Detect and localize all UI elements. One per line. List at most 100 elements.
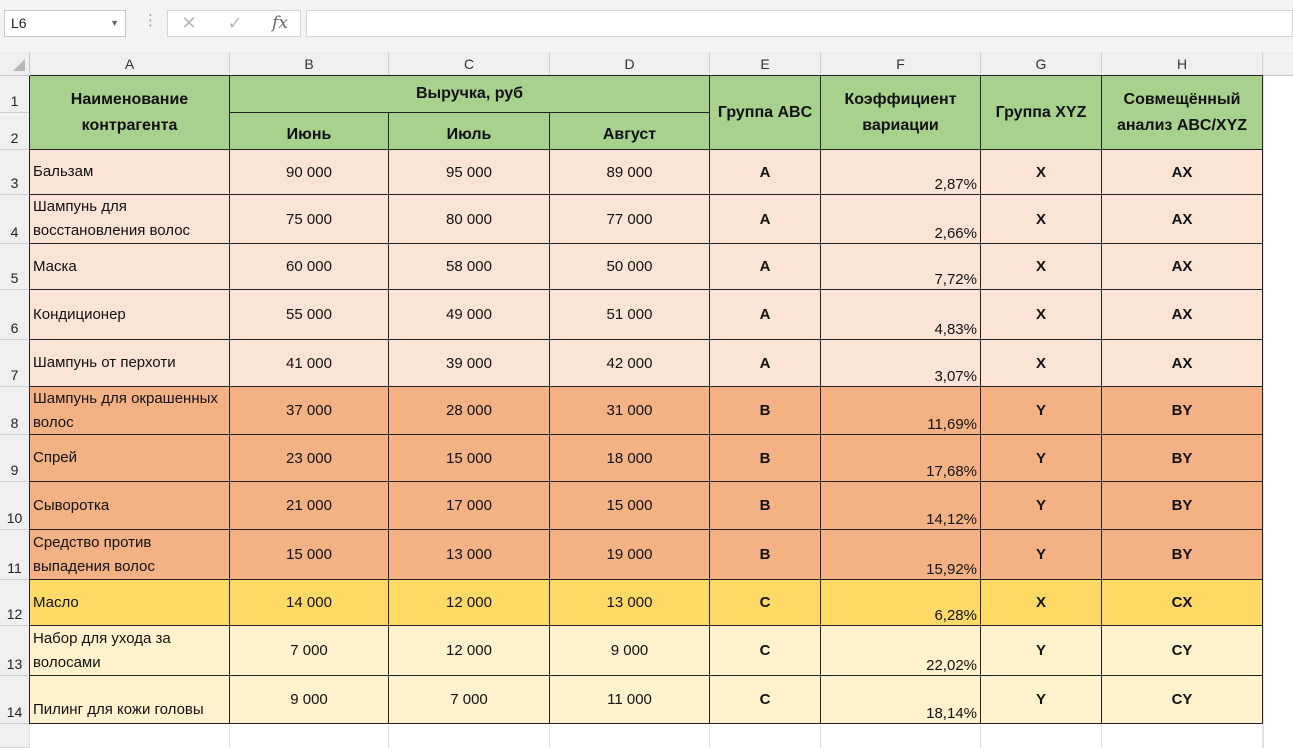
cell-jul[interactable]: 12 000 [389, 580, 550, 626]
cell-coef[interactable]: 3,07% [821, 340, 981, 387]
cell-aug[interactable]: 50 000 [550, 244, 710, 290]
cell-abc[interactable]: A [710, 244, 821, 290]
cell-abc[interactable]: C [710, 626, 821, 676]
cell-coef[interactable]: 14,12% [821, 482, 981, 530]
cell-name[interactable]: Кондиционер [30, 290, 230, 340]
row-header-2[interactable]: 2 [0, 113, 30, 150]
cell-name[interactable]: Бальзам [30, 150, 230, 195]
cell-xyz[interactable]: X [981, 290, 1102, 340]
column-header-f[interactable]: F [821, 52, 981, 76]
cell-name[interactable]: Маска [30, 244, 230, 290]
cell-xyz[interactable]: X [981, 195, 1102, 244]
cell-jul[interactable]: 39 000 [389, 340, 550, 387]
cell-jun[interactable]: 15 000 [230, 530, 389, 580]
row-header-14[interactable]: 14 [0, 676, 30, 724]
cell-jul[interactable]: 7 000 [389, 676, 550, 724]
cell-jul[interactable]: 95 000 [389, 150, 550, 195]
cell-abc[interactable]: C [710, 580, 821, 626]
cell-name[interactable]: Шампунь от перхоти [30, 340, 230, 387]
cell-coef[interactable]: 6,28% [821, 580, 981, 626]
cell-jun[interactable]: 75 000 [230, 195, 389, 244]
cell-jul[interactable]: 13 000 [389, 530, 550, 580]
cell-name[interactable]: Масло [30, 580, 230, 626]
cell-jun[interactable]: 90 000 [230, 150, 389, 195]
cell-abc[interactable]: C [710, 676, 821, 724]
cell-name[interactable]: Шампунь для восстановления волос [30, 195, 230, 244]
cell-jul[interactable]: 28 000 [389, 387, 550, 435]
cell-jun[interactable]: 55 000 [230, 290, 389, 340]
cell-combined[interactable]: AX [1102, 150, 1263, 195]
cell-abc[interactable]: A [710, 150, 821, 195]
cell-coef[interactable]: 22,02% [821, 626, 981, 676]
cell-combined[interactable]: AX [1102, 290, 1263, 340]
row-header-9[interactable]: 9 [0, 435, 30, 482]
cell-abc[interactable]: B [710, 482, 821, 530]
cell-xyz[interactable]: Y [981, 435, 1102, 482]
cell-xyz[interactable]: X [981, 340, 1102, 387]
cell-aug[interactable]: 11 000 [550, 676, 710, 724]
cell-coef[interactable]: 7,72% [821, 244, 981, 290]
cell-xyz[interactable]: X [981, 150, 1102, 195]
cell-jul[interactable]: 49 000 [389, 290, 550, 340]
cell-jul[interactable]: 58 000 [389, 244, 550, 290]
cell-aug[interactable]: 77 000 [550, 195, 710, 244]
row-header-12[interactable]: 12 [0, 580, 30, 626]
cell-aug[interactable]: 18 000 [550, 435, 710, 482]
column-header-a[interactable]: A [30, 52, 230, 76]
cancel-icon[interactable]: ✕ [174, 11, 204, 36]
formula-input[interactable] [306, 10, 1293, 37]
cell-abc[interactable]: A [710, 340, 821, 387]
cell-coef[interactable]: 2,87% [821, 150, 981, 195]
select-all-corner[interactable] [0, 52, 30, 76]
cell-combined[interactable]: CY [1102, 676, 1263, 724]
row-header-3[interactable]: 3 [0, 150, 30, 195]
more-options-icon[interactable]: ⋮ [143, 13, 158, 28]
row-header-5[interactable]: 5 [0, 244, 30, 290]
cell-abc[interactable]: A [710, 290, 821, 340]
cell-coef[interactable]: 4,83% [821, 290, 981, 340]
cell-combined[interactable]: BY [1102, 435, 1263, 482]
cell-combined[interactable]: CX [1102, 580, 1263, 626]
cell-jul[interactable]: 17 000 [389, 482, 550, 530]
cell-jun[interactable]: 60 000 [230, 244, 389, 290]
cell-abc[interactable]: B [710, 530, 821, 580]
cell-jul[interactable]: 15 000 [389, 435, 550, 482]
name-box[interactable]: L6 ▼ [4, 10, 126, 37]
cell-combined[interactable]: BY [1102, 530, 1263, 580]
enter-icon[interactable]: ✓ [220, 11, 250, 36]
cell-coef[interactable]: 17,68% [821, 435, 981, 482]
cell-coef[interactable]: 18,14% [821, 676, 981, 724]
cell-name[interactable]: Средство против выпадения волос [30, 530, 230, 580]
cell-xyz[interactable]: Y [981, 626, 1102, 676]
cell-jun[interactable]: 14 000 [230, 580, 389, 626]
cell-combined[interactable]: CY [1102, 626, 1263, 676]
cell-combined[interactable]: AX [1102, 195, 1263, 244]
cell-combined[interactable]: AX [1102, 244, 1263, 290]
column-header-d[interactable]: D [550, 52, 710, 76]
cell-aug[interactable]: 13 000 [550, 580, 710, 626]
cell-xyz[interactable]: Y [981, 482, 1102, 530]
cell-coef[interactable]: 15,92% [821, 530, 981, 580]
column-header-b[interactable]: B [230, 52, 389, 76]
cell-combined[interactable]: BY [1102, 387, 1263, 435]
cell-jun[interactable]: 7 000 [230, 626, 389, 676]
cell-jul[interactable]: 12 000 [389, 626, 550, 676]
cell-jun[interactable]: 9 000 [230, 676, 389, 724]
cell-jun[interactable]: 37 000 [230, 387, 389, 435]
cell-name[interactable]: Набор для ухода за волосами [30, 626, 230, 676]
row-header-10[interactable]: 10 [0, 482, 30, 530]
cell-xyz[interactable]: Y [981, 387, 1102, 435]
row-header-1[interactable]: 1 [0, 76, 30, 113]
chevron-down-icon[interactable]: ▼ [110, 11, 119, 36]
cell-xyz[interactable]: Y [981, 530, 1102, 580]
cell-xyz[interactable]: Y [981, 676, 1102, 724]
cell-aug[interactable]: 31 000 [550, 387, 710, 435]
cell-jun[interactable]: 23 000 [230, 435, 389, 482]
cell-aug[interactable]: 89 000 [550, 150, 710, 195]
row-header-4[interactable]: 4 [0, 195, 30, 244]
cell-aug[interactable]: 19 000 [550, 530, 710, 580]
cell-abc[interactable]: B [710, 387, 821, 435]
cell-jun[interactable]: 41 000 [230, 340, 389, 387]
row-header-6[interactable]: 6 [0, 290, 30, 340]
row-header-8[interactable]: 8 [0, 387, 30, 435]
